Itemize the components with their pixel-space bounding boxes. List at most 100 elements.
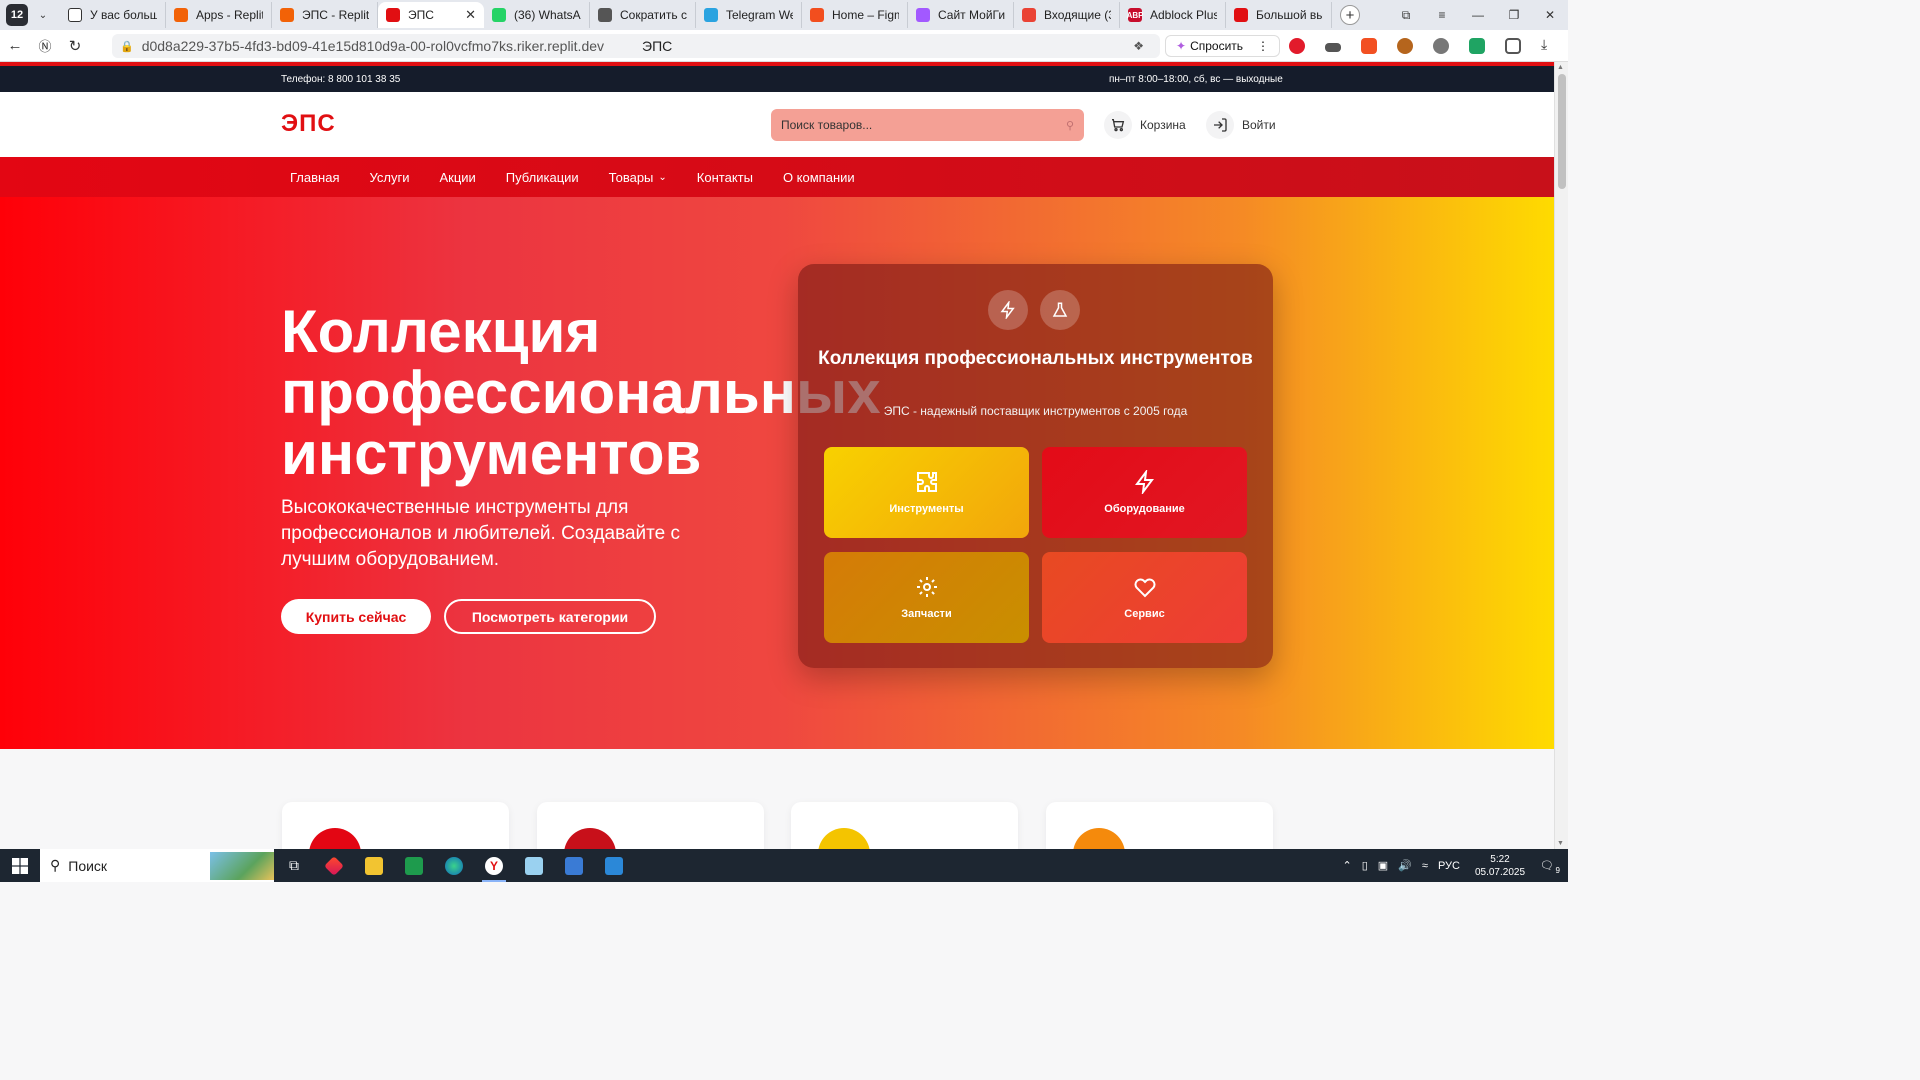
category-tile-tools[interactable]: Инструменты — [824, 447, 1029, 538]
browser-tab[interactable]: Сайт МойГиг — [908, 2, 1014, 28]
hero-title: Коллекция профессиональных инструментов — [281, 298, 881, 487]
nav-item[interactable]: Публикации — [497, 170, 588, 185]
tabs-collections-icon[interactable]: ⧉ — [1388, 8, 1424, 23]
chevron-up-icon[interactable]: ⌃ — [1343, 859, 1352, 872]
page-scrollbar[interactable]: ▲ ▼ — [1554, 62, 1568, 849]
tab-title: Home – Figma — [832, 8, 899, 22]
reload-icon[interactable]: ↻ — [60, 37, 90, 55]
ask-button[interactable]: ✦ Спросить ⋮ — [1165, 35, 1281, 57]
spreadsheet-icon[interactable] — [394, 849, 434, 882]
edge-icon[interactable] — [434, 849, 474, 882]
browser-tab[interactable]: Большой выб — [1226, 2, 1332, 28]
restore-button[interactable]: ❐ — [1496, 8, 1532, 22]
browser-tab[interactable]: Входящие (34 — [1014, 2, 1120, 28]
category-tile-equipment[interactable]: Оборудование — [1042, 447, 1247, 538]
language-indicator[interactable]: РУС — [1438, 860, 1460, 872]
cart-button[interactable]: Корзина — [1104, 110, 1186, 140]
search-icon[interactable]: ⚲ — [1066, 119, 1074, 132]
browser-tab[interactable]: У вас больш — [60, 2, 166, 28]
scroll-up-icon[interactable]: ▲ — [1557, 64, 1564, 71]
tab-counter[interactable]: 12 — [6, 4, 28, 26]
hero-panel: Коллекция профессиональных инструментов … — [798, 264, 1273, 668]
browser-tab[interactable]: ABP Adblock Plus — [1120, 2, 1226, 28]
new-tab-button[interactable]: + — [1340, 5, 1360, 25]
view-categories-button[interactable]: Посмотреть категории — [444, 599, 656, 634]
browser-tab[interactable]: Home – Figma — [802, 2, 908, 28]
url-text: d0d8a229-37b5-4fd3-bd09-41e15d810d9a-00-… — [141, 38, 605, 54]
extension-icon[interactable] — [1469, 38, 1485, 54]
extension-icon[interactable] — [1361, 38, 1377, 54]
windows-start-icon[interactable] — [0, 849, 40, 882]
yandex-browser-icon[interactable]: Y — [474, 849, 514, 882]
scrollbar-thumb[interactable] — [1558, 74, 1566, 189]
collections-icon[interactable] — [1505, 38, 1521, 54]
back-icon[interactable]: ← — [0, 37, 30, 54]
notifications-icon[interactable]: 🗨 9 — [1540, 859, 1560, 875]
app-icon[interactable] — [314, 849, 354, 882]
panel-title: Коллекция профессиональных инструментов — [818, 348, 1253, 369]
hero-section: Коллекция профессиональных инструментов … — [0, 197, 1554, 749]
file-explorer-icon[interactable] — [354, 849, 394, 882]
browser-tab[interactable]: Сократить ст — [590, 2, 696, 28]
phone-text[interactable]: Телефон: 8 800 101 38 35 — [281, 74, 400, 85]
calculator-icon[interactable] — [554, 849, 594, 882]
menu-icon[interactable]: ≡ — [1424, 8, 1460, 22]
browser-tab[interactable]: ЭПС ✕ — [378, 2, 484, 28]
volume-icon[interactable]: 🔊 — [1398, 859, 1412, 872]
browser-tab-bar: 12 ⌄ У вас больш Apps - Replit ЭПС - Repli… — [0, 0, 1568, 30]
adblock-extension-icon[interactable] — [1289, 38, 1305, 54]
lock-icon: 🔒 — [120, 40, 134, 53]
nav-item[interactable]: Товары ⌄ — [600, 170, 676, 185]
login-button[interactable]: Войти — [1206, 110, 1276, 140]
browser-tab[interactable]: Apps - Replit — [166, 2, 272, 28]
notes-icon[interactable] — [514, 849, 554, 882]
close-window-button[interactable]: ✕ — [1532, 8, 1568, 22]
taskbar-search[interactable]: ⚲ Поиск — [40, 849, 274, 882]
buy-now-button[interactable]: Купить сейчас — [281, 599, 431, 634]
task-view-icon[interactable]: ⧉ — [274, 849, 314, 882]
category-tile-parts[interactable]: Запчасти — [824, 552, 1029, 643]
windows-taskbar: ⚲ Поиск ⧉ Y ⌃ ▯ ▣ 🔊 ≈ РУС 5:22 05.07.202… — [0, 849, 1568, 882]
clock-date: 05.07.2025 — [1474, 866, 1526, 878]
url-field[interactable]: 🔒 d0d8a229-37b5-4fd3-bd09-41e15d810d9a-0… — [112, 34, 1160, 58]
cart-icon — [1104, 111, 1132, 139]
meet-now-icon[interactable]: ▣ — [1378, 859, 1388, 872]
panel-icons — [988, 290, 1080, 330]
nav-item[interactable]: Услуги — [360, 170, 418, 185]
hours-text: пн–пт 8:00–18:00, сб, вс — выходные — [1109, 74, 1283, 85]
download-icon[interactable]: ⤓ — [1541, 36, 1557, 52]
nav-item[interactable]: Главная — [281, 170, 348, 185]
extension-icon[interactable] — [1433, 38, 1449, 54]
tab-title: Telegram Wel — [726, 8, 793, 22]
clock[interactable]: 5:22 05.07.2025 — [1475, 853, 1525, 879]
bookmark-icon[interactable]: ❖ — [1133, 39, 1144, 53]
search-highlight-image — [210, 852, 274, 880]
nav-item[interactable]: Акции — [430, 170, 484, 185]
extension-icon[interactable] — [1397, 38, 1413, 54]
extension-icon[interactable] — [1325, 43, 1341, 52]
paint-icon[interactable] — [594, 849, 634, 882]
network-icon[interactable]: ≈ — [1422, 860, 1428, 872]
nav-item[interactable]: Контакты — [688, 170, 762, 185]
favicon-icon: ABP — [1127, 8, 1143, 22]
browser-tab[interactable]: (36) WhatsAp — [484, 2, 590, 28]
puzzle-icon — [915, 470, 939, 494]
cart-label: Корзина — [1140, 118, 1186, 132]
scroll-down-icon[interactable]: ▼ — [1557, 840, 1564, 847]
nav-item[interactable]: О компании — [774, 170, 864, 185]
gear-icon — [915, 575, 939, 599]
site-logo[interactable]: ЭПС — [281, 110, 336, 138]
login-label: Войти — [1242, 118, 1276, 132]
battery-icon[interactable]: ▯ — [1362, 859, 1368, 872]
contact-strip: Телефон: 8 800 101 38 35 пн–пт 8:00–18:0… — [0, 62, 1554, 92]
more-icon[interactable]: ⋮ — [1257, 39, 1269, 53]
browser-tab[interactable]: ЭПС - Replit — [272, 2, 378, 28]
browser-tab[interactable]: Telegram Wel — [696, 2, 802, 28]
search-input[interactable]: Поиск товаров... ⚲ — [771, 109, 1084, 141]
yandex-icon[interactable]: Ⓝ — [30, 36, 60, 55]
chevron-down-icon[interactable]: ⌄ — [32, 4, 54, 26]
minimize-button[interactable]: — — [1460, 8, 1496, 22]
category-tile-service[interactable]: Сервис — [1042, 552, 1247, 643]
nav-item-label: Услуги — [369, 169, 410, 185]
close-tab-icon[interactable]: ✕ — [465, 7, 476, 23]
